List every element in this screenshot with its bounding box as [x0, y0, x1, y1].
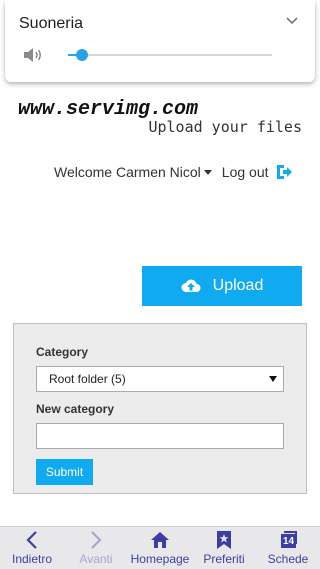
nav-forward[interactable]: Avanti	[64, 527, 128, 569]
upload-label: Upload	[212, 277, 264, 294]
volume-slider-thumb[interactable]	[76, 49, 89, 61]
logout-icon[interactable]	[275, 163, 293, 181]
logout-link[interactable]: Log out	[222, 164, 269, 180]
category-form: Category Root folder (5) New category Su…	[13, 323, 307, 494]
logo-tagline: Upload your files	[148, 118, 302, 136]
caret-down-icon[interactable]	[203, 169, 212, 175]
nav-bookmarks-label: Preferiti	[203, 552, 245, 566]
category-selected-value: Root folder (5)	[49, 372, 126, 386]
upload-button[interactable]: Upload	[142, 266, 302, 306]
category-label: Category	[36, 345, 89, 359]
forward-arrow-icon	[91, 531, 102, 549]
select-arrow-icon	[269, 376, 277, 382]
bookmark-star-icon	[217, 531, 231, 549]
browser-bottom-nav: Indietro Avanti Homepage Preferiti 14 Sc…	[0, 526, 320, 569]
category-select[interactable]: Root folder (5)	[36, 366, 284, 392]
home-icon	[151, 532, 169, 548]
tabs-count: 14	[281, 534, 296, 548]
new-category-input[interactable]	[36, 423, 284, 449]
welcome-user-menu[interactable]: Welcome Carmen Nicol	[54, 164, 201, 180]
submit-button[interactable]: Submit	[36, 459, 93, 485]
cloud-upload-icon	[181, 279, 201, 292]
speaker-icon[interactable]	[22, 45, 44, 65]
nav-back[interactable]: Indietro	[0, 527, 64, 569]
nav-bookmarks[interactable]: Preferiti	[192, 527, 256, 569]
user-row: Welcome Carmen Nicol Log out	[54, 162, 293, 182]
new-category-label: New category	[36, 402, 115, 416]
back-arrow-icon	[26, 531, 37, 549]
nav-homepage-label: Homepage	[130, 552, 190, 566]
nav-homepage[interactable]: Homepage	[128, 527, 192, 569]
chevron-down-icon[interactable]	[285, 14, 299, 28]
nav-tabs-label: Schede	[267, 552, 309, 566]
tabs-icon: 14	[279, 531, 297, 549]
volume-slider[interactable]	[68, 49, 272, 61]
servimg-logo[interactable]: www.servimg.com Upload your files	[18, 98, 302, 138]
volume-title: Suoneria	[19, 15, 84, 32]
nav-tabs[interactable]: 14 Schede	[256, 527, 320, 569]
nav-forward-label: Avanti	[79, 552, 113, 566]
nav-back-label: Indietro	[11, 552, 53, 566]
volume-panel: Suoneria	[5, 0, 315, 82]
